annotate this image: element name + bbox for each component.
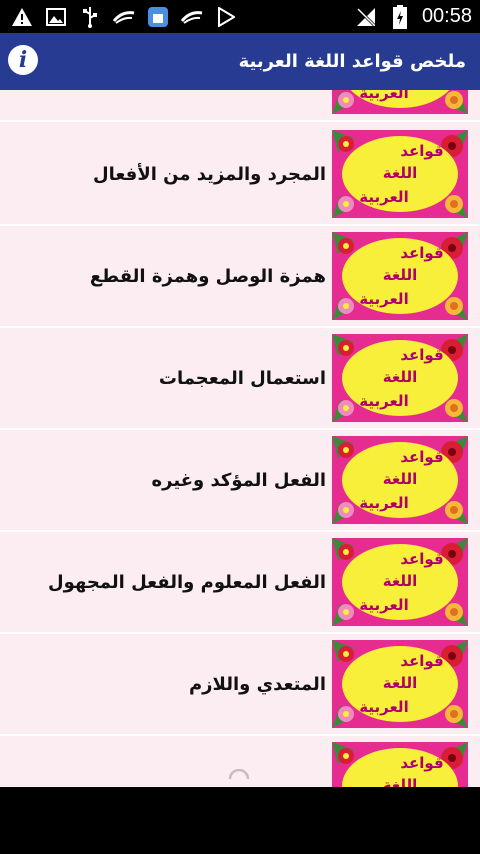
list-item[interactable]: قواعد اللغة العربية استعمال المعجمات — [0, 328, 480, 430]
thumb-text: قواعد — [400, 754, 443, 772]
navigation-bar — [0, 787, 480, 854]
thumb-text: اللغة — [383, 674, 417, 692]
list-item-label: المتعدي واللازم — [188, 673, 326, 695]
thumb-text: قواعد — [400, 142, 443, 160]
thumb-text: اللغة — [383, 776, 417, 787]
thumb-text: العربية — [359, 188, 408, 206]
thumb-text: العربية — [359, 596, 408, 614]
app-bar: i ملخص قواعد اللغة العربية — [0, 33, 480, 90]
app-title: ملخص قواعد اللغة العربية — [238, 51, 466, 72]
list-item[interactable]: قواعد اللغة العربية الفعل المعلوم والفعل ال… — [0, 532, 480, 634]
thumb-text: قواعد — [400, 448, 443, 466]
lesson-list[interactable]: قواعداللغةالعربيةقواعداللغةالعربيةالمجرد… — [0, 90, 480, 787]
image-icon — [44, 5, 68, 29]
clock: 00:58 — [421, 5, 472, 27]
app-store-icon — [146, 5, 170, 29]
list-item-label: المجرد والمزيد من الأفعال — [93, 163, 326, 185]
lesson-thumbnail: قواعد اللغة العربية — [332, 538, 468, 626]
thumb-text: العربية — [359, 90, 408, 102]
info-icon: i — [18, 47, 28, 73]
thumb-text: اللغة — [383, 266, 417, 284]
battery-charging-icon — [388, 4, 412, 29]
lesson-thumbnail: قواعداللغةالعربية — [332, 90, 468, 114]
loading-indicator-icon — [228, 766, 250, 780]
list-item-label: الفعل المعلوم والفعل المجهول — [48, 571, 326, 593]
thumb-text: اللغة — [383, 572, 417, 590]
thumb-text: قواعد — [400, 550, 443, 568]
list-item-label: همزة الوصل وهمزة القطع — [89, 265, 326, 287]
swift-keyboard-icon-2 — [180, 5, 204, 29]
thumb-text: قواعد — [400, 346, 443, 364]
list-item[interactable]: قواعد اللغة العربية المجرد والمزيد من الأفع… — [0, 124, 480, 226]
thumb-text: اللغة — [383, 368, 417, 386]
list-item-label: استعمال المعجمات — [158, 367, 326, 389]
thumb-text: قواعد — [400, 244, 443, 262]
lesson-thumbnail: قواعد اللغة العربية — [332, 334, 468, 422]
list-item[interactable]: قواعد اللغة العربية الفعل المؤكد وغيره — [0, 430, 480, 532]
thumb-text: العربية — [359, 494, 408, 512]
list-item[interactable]: قواعداللغةالعربية — [0, 90, 480, 122]
play-store-icon — [214, 5, 238, 29]
list-item[interactable]: قواعد اللغة العربية همزة الوصل وهمزة القطع — [0, 226, 480, 328]
lesson-thumbnail: قواعداللغةالعربية — [332, 742, 468, 787]
lesson-thumbnail: قواعد اللغة العربية — [332, 232, 468, 320]
thumb-text: العربية — [359, 290, 408, 308]
usb-icon — [78, 5, 102, 29]
list-item[interactable]: قواعد اللغة العربية المتعدي واللازم — [0, 634, 480, 736]
swift-keyboard-icon — [112, 5, 136, 29]
lesson-thumbnail: قواعد اللغة العربية — [332, 436, 468, 524]
thumb-text: العربية — [359, 392, 408, 410]
no-signal-icon — [354, 5, 378, 29]
list-item-label: الفعل المؤكد وغيره — [151, 469, 326, 491]
thumb-text: العربية — [359, 698, 408, 716]
status-bar: 00:58 — [0, 0, 480, 33]
thumb-text: قواعد — [400, 652, 443, 670]
lesson-thumbnail: قواعد اللغة العربية — [332, 640, 468, 728]
thumb-text: اللغة — [383, 164, 417, 182]
thumb-text: اللغة — [383, 470, 417, 488]
lesson-thumbnail: قواعد اللغة العربية — [332, 130, 468, 218]
info-button[interactable]: i — [8, 45, 38, 75]
warning-icon — [10, 5, 34, 29]
